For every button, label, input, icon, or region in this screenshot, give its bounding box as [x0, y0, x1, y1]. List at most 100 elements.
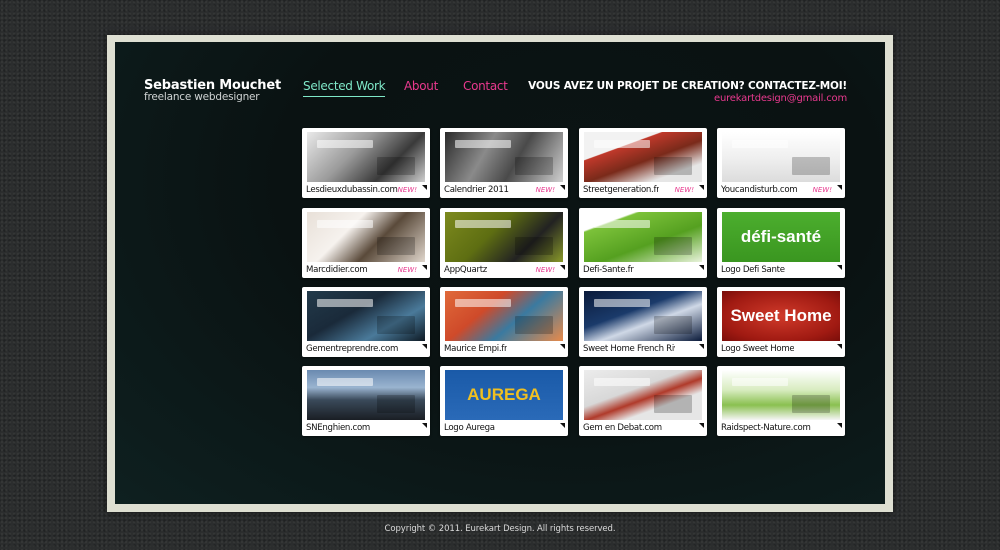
- thumbnail-detail: [792, 157, 830, 175]
- thumbnail-detail: [515, 316, 553, 334]
- thumbnail-detail: [594, 140, 650, 148]
- thumbnail-logo-text: AUREGA: [467, 385, 541, 404]
- portfolio-card[interactable]: Calendrier 2011 NEW!: [440, 128, 568, 198]
- corner-arrow-icon: [699, 344, 704, 349]
- thumbnail-detail: [515, 157, 553, 175]
- project-thumbnail[interactable]: [307, 291, 425, 341]
- thumbnail-detail: [792, 395, 830, 413]
- corner-arrow-icon: [699, 185, 704, 190]
- portfolio-card[interactable]: Raidspect-Nature.com: [717, 366, 845, 436]
- new-badge: NEW!: [812, 186, 832, 194]
- new-badge: NEW!: [397, 186, 417, 194]
- corner-arrow-icon: [560, 344, 565, 349]
- project-label: Lesdieuxdubassin.com: [306, 185, 398, 195]
- corner-arrow-icon: [422, 344, 427, 349]
- thumbnail-logo-text: défi-santé: [740, 227, 822, 246]
- project-thumbnail[interactable]: [722, 370, 840, 420]
- nav-selected-work[interactable]: Selected Work: [303, 79, 386, 97]
- thumbnail-detail: [317, 140, 373, 148]
- portfolio-card[interactable]: défi-santé Logo Defi Sante: [717, 208, 845, 278]
- main-panel: Sebastien Mouchet freelance webdesigner …: [115, 42, 885, 504]
- thumbnail-detail: [654, 316, 692, 334]
- thumbnail-detail: [594, 378, 650, 386]
- thumbnail-detail: [594, 220, 650, 228]
- project-label: Logo Sweet Home: [721, 344, 795, 354]
- thumbnail-detail: [377, 316, 415, 334]
- portfolio-card[interactable]: Marcdidier.com NEW!: [302, 208, 430, 278]
- corner-arrow-icon: [699, 265, 704, 270]
- portfolio-card[interactable]: Lesdieuxdubassin.com NEW!: [302, 128, 430, 198]
- portfolio-card[interactable]: Streetgeneration.fr NEW!: [579, 128, 707, 198]
- thumbnail-detail: [515, 237, 553, 255]
- thumbnail-detail: [654, 157, 692, 175]
- portfolio-card[interactable]: Maurice Empi.fr: [440, 287, 568, 357]
- corner-arrow-icon: [422, 423, 427, 428]
- thumbnail-detail: [732, 378, 788, 386]
- portfolio-grid: Lesdieuxdubassin.com NEW! Calendrier 2011 N…: [302, 128, 847, 438]
- project-thumbnail[interactable]: [445, 212, 563, 262]
- new-badge: NEW!: [535, 186, 555, 194]
- brand-tagline: freelance webdesigner: [144, 91, 260, 103]
- project-thumbnail[interactable]: [307, 212, 425, 262]
- project-thumbnail[interactable]: [584, 370, 702, 420]
- project-label: Streetgeneration.fr: [583, 185, 660, 195]
- portfolio-card[interactable]: Defi-Sante.fr: [579, 208, 707, 278]
- project-label: Sweet Home French Riviera.fr: [583, 344, 675, 354]
- project-label: Maurice Empi.fr: [444, 344, 508, 354]
- project-label: Gementreprendre.com: [306, 344, 398, 354]
- project-thumbnail[interactable]: [445, 291, 563, 341]
- new-badge: NEW!: [674, 186, 694, 194]
- corner-arrow-icon: [699, 423, 704, 428]
- portfolio-card[interactable]: Sweet Home French Riviera.fr: [579, 287, 707, 357]
- thumbnail-detail: [732, 140, 788, 148]
- nav-about[interactable]: About: [404, 79, 438, 96]
- nav-contact[interactable]: Contact: [463, 79, 508, 96]
- thumbnail-detail: [654, 395, 692, 413]
- project-thumbnail[interactable]: [722, 132, 840, 182]
- thumbnail-detail: [455, 220, 511, 228]
- project-thumbnail[interactable]: [584, 291, 702, 341]
- footer-copyright: Copyright © 2011. Eurekart Design. All r…: [384, 524, 616, 534]
- new-badge: NEW!: [397, 266, 417, 274]
- portfolio-card[interactable]: Youcandisturb.com NEW!: [717, 128, 845, 198]
- project-thumbnail[interactable]: [584, 132, 702, 182]
- portfolio-card[interactable]: Gementreprendre.com: [302, 287, 430, 357]
- thumbnail-detail: [377, 237, 415, 255]
- project-label: Gem en Debat.com: [583, 423, 662, 433]
- thumbnail-detail: [317, 378, 373, 386]
- thumbnail-logo-text: Sweet Home: [730, 306, 832, 325]
- cta-title: VOUS AVEZ UN PROJET DE CREATION? CONTACT…: [528, 80, 847, 92]
- project-label: Defi-Sante.fr: [583, 265, 634, 275]
- project-label: Youcandisturb.com: [721, 185, 798, 195]
- cta-email-link[interactable]: eurekartdesign@gmail.com: [714, 93, 847, 104]
- project-label: Logo Aurega: [444, 423, 495, 433]
- thumbnail-detail: [455, 140, 511, 148]
- project-thumbnail[interactable]: [445, 132, 563, 182]
- thumbnail-detail: [317, 299, 373, 307]
- project-thumbnail[interactable]: [307, 370, 425, 420]
- corner-arrow-icon: [560, 265, 565, 270]
- project-thumbnail[interactable]: défi-santé: [722, 212, 840, 262]
- corner-arrow-icon: [560, 185, 565, 190]
- corner-arrow-icon: [837, 265, 842, 270]
- thumbnail-detail: [594, 299, 650, 307]
- thumbnail-detail: [654, 237, 692, 255]
- thumbnail-detail: [377, 157, 415, 175]
- portfolio-card[interactable]: Gem en Debat.com: [579, 366, 707, 436]
- project-label: Raidspect-Nature.com: [721, 423, 811, 433]
- corner-arrow-icon: [422, 185, 427, 190]
- corner-arrow-icon: [422, 265, 427, 270]
- project-thumbnail[interactable]: AUREGA: [445, 370, 563, 420]
- corner-arrow-icon: [837, 344, 842, 349]
- project-thumbnail[interactable]: [584, 212, 702, 262]
- portfolio-card[interactable]: AppQuartz NEW!: [440, 208, 568, 278]
- project-label: AppQuartz: [444, 265, 487, 275]
- portfolio-card[interactable]: AUREGA Logo Aurega: [440, 366, 568, 436]
- corner-arrow-icon: [837, 423, 842, 428]
- portfolio-card[interactable]: Sweet Home Logo Sweet Home: [717, 287, 845, 357]
- project-label: Marcdidier.com: [306, 265, 368, 275]
- project-thumbnail[interactable]: Sweet Home: [722, 291, 840, 341]
- project-label: Logo Defi Sante: [721, 265, 785, 275]
- portfolio-card[interactable]: SNEnghien.com: [302, 366, 430, 436]
- project-thumbnail[interactable]: [307, 132, 425, 182]
